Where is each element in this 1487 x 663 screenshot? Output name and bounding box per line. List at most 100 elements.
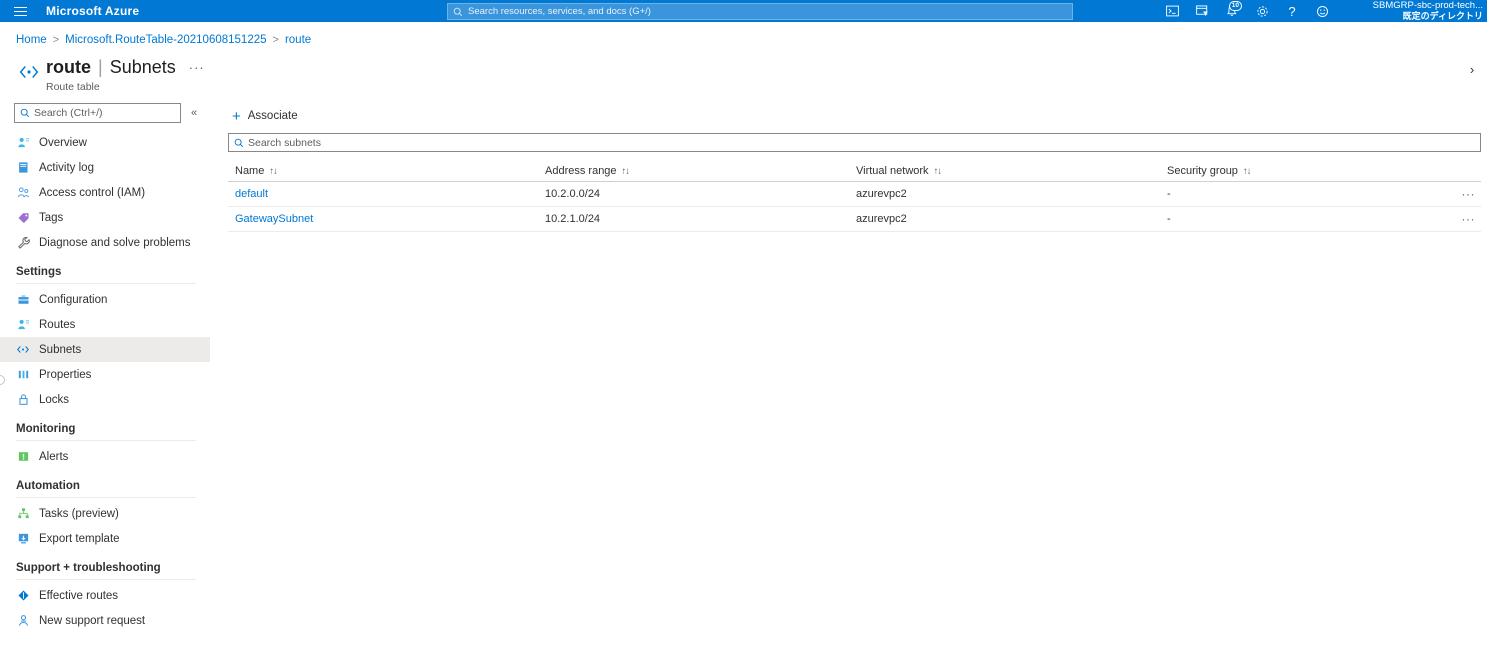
notification-count-badge: 10: [1228, 1, 1242, 11]
search-icon: [453, 7, 463, 16]
associate-button-label: Associate: [247, 110, 298, 122]
sidebar-group-automation-items: Tasks (preview) Export template: [0, 501, 210, 551]
effective-routes-icon: [16, 589, 30, 603]
subnet-link[interactable]: GatewaySubnet: [235, 213, 313, 225]
sidebar-item-label: Diagnose and solve problems: [39, 236, 191, 249]
subnet-filter-bar: Search subnets: [228, 133, 1481, 152]
sidebar-item-locks[interactable]: Locks: [0, 387, 210, 412]
sidebar-item-properties[interactable]: Properties: [0, 362, 210, 387]
sidebar-item-label: Tasks (preview): [39, 507, 119, 520]
cloud-shell-icon[interactable]: [1157, 0, 1187, 22]
sidebar-collapse-icon[interactable]: «: [191, 107, 197, 119]
global-search-input[interactable]: Search resources, services, and docs (G+…: [447, 3, 1073, 20]
row-context-menu-icon[interactable]: ···: [1462, 188, 1476, 200]
blade-close-icon[interactable]: ›: [1463, 60, 1481, 78]
divider: [16, 283, 196, 284]
sort-arrows-icon: ↑↓: [1242, 165, 1251, 177]
search-subnets-input[interactable]: Search subnets: [228, 133, 1481, 152]
associate-button[interactable]: + Associate: [228, 108, 302, 124]
sidebar-item-export-template[interactable]: Export template: [0, 526, 210, 551]
configuration-icon: [16, 293, 30, 307]
sidebar-item-activity-log[interactable]: Activity log: [0, 155, 210, 180]
column-header-name[interactable]: Name ↑↓: [228, 165, 545, 177]
sidebar-item-label: Effective routes: [39, 589, 119, 602]
sidebar-item-diagnose[interactable]: Diagnose and solve problems: [0, 230, 210, 255]
sidebar-item-label: Locks: [39, 393, 70, 406]
sidebar-search-input[interactable]: Search (Ctrl+/): [14, 103, 181, 123]
table-row[interactable]: default 10.2.0.0/24 azurevpc2 - ···: [228, 182, 1481, 207]
subnet-link[interactable]: default: [235, 188, 268, 200]
sidebar-group-label: Settings: [16, 266, 62, 278]
help-icon[interactable]: ?: [1277, 0, 1307, 22]
sidebar-item-label: New support request: [39, 614, 146, 627]
sidebar-item-label: Tags: [39, 211, 64, 224]
support-person-icon: [16, 614, 30, 628]
cell-security-group: -: [1167, 188, 1171, 200]
sidebar-item-configuration[interactable]: Configuration: [0, 287, 210, 312]
breadcrumb-separator: >: [272, 34, 279, 46]
notifications-icon[interactable]: 10: [1217, 0, 1247, 22]
tags-icon: [16, 211, 30, 225]
blade-content: + Associate Search subnets Name ↑↓ Addre…: [219, 103, 1487, 663]
breadcrumb-item-resource-group[interactable]: Microsoft.RouteTable-20210608151225: [65, 34, 266, 46]
breadcrumb-item-home[interactable]: Home: [16, 34, 47, 46]
feedback-smiley-icon[interactable]: [1307, 0, 1337, 22]
sidebar-group-monitoring-items: Alerts: [0, 444, 210, 469]
route-table-icon: [16, 59, 42, 85]
directory-filter-icon[interactable]: [1187, 0, 1217, 22]
sidebar-group-support-items: Effective routes New support request: [0, 583, 210, 633]
sidebar-top-items: Overview Activity log Access control (IA…: [0, 130, 210, 255]
sidebar-search-placeholder: Search (Ctrl+/): [34, 107, 103, 119]
sidebar-item-label: Routes: [39, 318, 76, 331]
column-header-security-group[interactable]: Security group ↑↓: [1167, 165, 1481, 177]
column-header-label: Virtual network: [856, 165, 929, 177]
column-header-label: Name: [235, 165, 265, 177]
sidebar-item-label: Subnets: [39, 343, 82, 356]
column-header-label: Security group: [1167, 165, 1238, 177]
account-info[interactable]: SBMGRP-sbc-prod-tech... 既定のディレクトリ: [1373, 0, 1483, 22]
blade-sidebar: Search (Ctrl+/) « Overview Activity log …: [0, 103, 210, 663]
hamburger-menu-icon[interactable]: [0, 0, 40, 22]
column-header-virtual-network[interactable]: Virtual network ↑↓: [856, 165, 1167, 177]
lock-icon: [16, 393, 30, 407]
settings-gear-icon[interactable]: [1247, 0, 1277, 22]
sidebar-group-settings-items: Configuration Routes Subnets Properties …: [0, 287, 210, 412]
sort-arrows-icon: ↑↓: [269, 165, 277, 177]
top-bar-icon-group: 10 ?: [1157, 0, 1337, 22]
sidebar-item-routes[interactable]: Routes: [0, 312, 210, 337]
content-toolbar: + Associate: [219, 103, 1487, 129]
sidebar-item-tasks[interactable]: Tasks (preview): [0, 501, 210, 526]
cell-virtual-network: azurevpc2: [856, 188, 907, 200]
breadcrumb-separator: >: [52, 34, 60, 46]
page-title-section: Subnets: [109, 57, 176, 77]
sidebar-item-label: Properties: [39, 368, 92, 381]
cell-address-range: 10.2.0.0/24: [545, 188, 601, 200]
account-name: SBMGRP-sbc-prod-tech...: [1372, 0, 1483, 11]
subnets-icon: [16, 343, 30, 357]
global-top-bar: Microsoft Azure Search resources, servic…: [0, 0, 1487, 22]
cell-security-group: -: [1167, 213, 1171, 225]
search-subnets-placeholder: Search subnets: [248, 136, 321, 149]
divider: [16, 497, 196, 498]
table-header-row: Name ↑↓ Address range ↑↓ Virtual network…: [228, 161, 1481, 182]
column-header-label: Address range: [545, 165, 617, 177]
table-row[interactable]: GatewaySubnet 10.2.1.0/24 azurevpc2 - ··…: [228, 207, 1481, 232]
sidebar-item-tags[interactable]: Tags: [0, 205, 210, 230]
column-header-address-range[interactable]: Address range ↑↓: [545, 165, 856, 177]
sidebar-item-overview[interactable]: Overview: [0, 130, 210, 155]
divider: [16, 579, 196, 580]
sidebar-item-access-control[interactable]: Access control (IAM): [0, 180, 210, 205]
sidebar-search-row: Search (Ctrl+/) «: [0, 103, 210, 123]
page-subtitle: Route table: [46, 81, 100, 93]
sidebar-item-new-support[interactable]: New support request: [0, 608, 210, 633]
sidebar-item-effective-routes[interactable]: Effective routes: [0, 583, 210, 608]
routes-icon: [16, 318, 30, 332]
page-title-more-icon[interactable]: ···: [189, 60, 205, 75]
cell-address-range: 10.2.1.0/24: [545, 213, 601, 225]
sidebar-item-alerts[interactable]: Alerts: [0, 444, 210, 469]
sort-arrows-icon: ↑↓: [933, 165, 942, 177]
sidebar-item-subnets[interactable]: Subnets: [0, 337, 210, 362]
azure-brand-label[interactable]: Microsoft Azure: [46, 4, 139, 18]
row-context-menu-icon[interactable]: ···: [1462, 213, 1476, 225]
breadcrumb-item-route[interactable]: route: [285, 34, 311, 46]
